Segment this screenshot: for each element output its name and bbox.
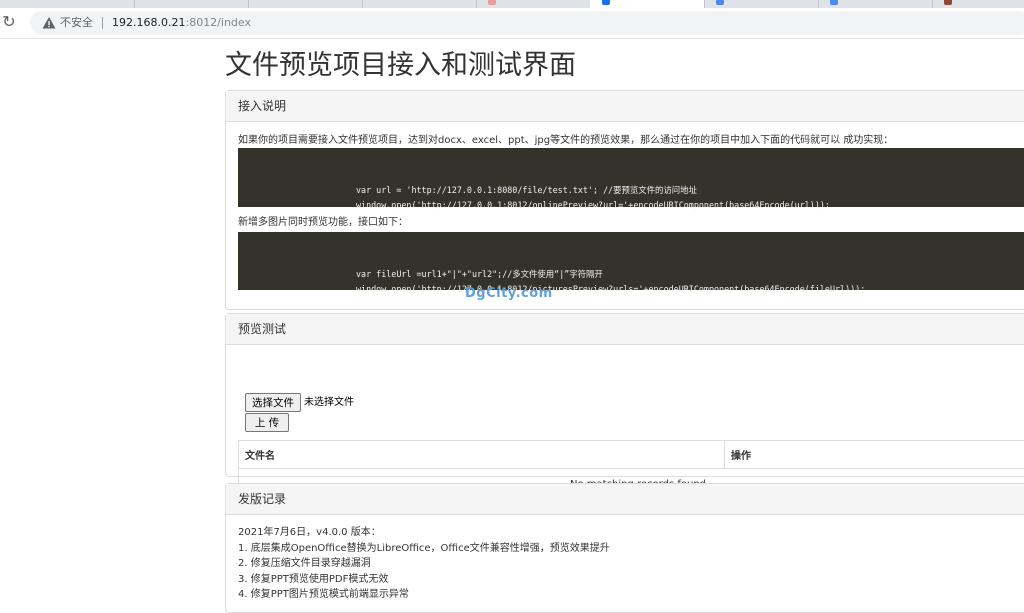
tab-favicon-icon — [716, 0, 724, 5]
code-line: window.open('http://127.0.0.1:8012/onlin… — [356, 198, 1024, 213]
browser-tab[interactable] — [704, 0, 819, 8]
page-title: 文件预览项目接入和测试界面 — [225, 46, 576, 86]
browser-tab[interactable] — [0, 0, 135, 8]
url-text[interactable]: 192.168.0.21:8012/index — [112, 15, 251, 31]
watermark-text: DgCity.com — [465, 286, 553, 301]
address-bar[interactable]: 不安全 192.168.0.21:8012/index — [30, 11, 1024, 35]
url-host: 192.168.0.21 — [112, 16, 185, 29]
tab-favicon-icon — [488, 0, 496, 5]
browser-tab[interactable] — [362, 0, 477, 8]
no-file-chosen-label: 未选择文件 — [304, 395, 354, 411]
integration-intro: 如果你的项目需要接入文件预览项目，达到对docx、excel、ppt、jpg等文… — [238, 134, 893, 148]
code-block-single: var url = 'http://127.0.0.1:8080/file/te… — [238, 148, 1024, 207]
tab-favicon-icon — [602, 0, 610, 5]
code-line: window.open('http://127.0.0.1:8012/pictu… — [356, 282, 1024, 297]
warning-icon[interactable] — [42, 16, 56, 30]
browser-tab[interactable] — [932, 0, 1024, 8]
release-line: 2021年7月6日，v4.0.0 版本： — [238, 525, 381, 541]
release-notes-panel: 发版记录 2021年7月6日，v4.0.0 版本： 1. 底层集成OpenOff… — [225, 483, 1024, 613]
tab-favicon-icon — [830, 0, 838, 5]
browser-tab[interactable] — [248, 0, 363, 8]
browser-toolbar: ↻ 不安全 192.168.0.21:8012/index — [0, 8, 1024, 39]
integration-heading: 接入说明 — [226, 91, 1024, 122]
choose-file-button[interactable]: 选择文件 — [245, 393, 301, 412]
integration-panel: 接入说明 如果你的项目需要接入文件预览项目，达到对docx、excel、ppt、… — [225, 90, 1024, 310]
security-label[interactable]: 不安全 — [60, 15, 93, 31]
code-block-multi: var fileUrl =url1+"|"+"url2";//多文件使用“|”字… — [238, 232, 1024, 290]
reload-icon[interactable]: ↻ — [0, 13, 18, 31]
browser-tab[interactable] — [476, 0, 591, 8]
url-path: :8012/index — [185, 16, 251, 29]
preview-test-panel: 预览测试 选择文件 未选择文件 上 传 文件名 操作 No matching r… — [225, 313, 1024, 477]
code-line: var url = 'http://127.0.0.1:8080/file/te… — [356, 183, 1024, 198]
release-line: 1. 底层集成OpenOffice替换为LibreOffice，Office文件… — [238, 541, 610, 557]
preview-test-heading: 预览测试 — [226, 314, 1024, 345]
browser-tab[interactable] — [818, 0, 933, 8]
release-line: 2. 修复压缩文件目录穿越漏洞 — [238, 556, 371, 572]
upload-button[interactable]: 上 传 — [245, 413, 289, 432]
tab-favicon-icon — [944, 0, 952, 5]
omnibox-divider — [102, 17, 103, 29]
table-header-row: 文件名 操作 — [239, 441, 1024, 469]
release-notes-heading: 发版记录 — [226, 484, 1024, 515]
column-header-filename[interactable]: 文件名 — [239, 441, 725, 469]
column-header-actions[interactable]: 操作 — [725, 441, 1024, 469]
browser-tab[interactable] — [134, 0, 249, 8]
browser-tab-strip — [0, 0, 1024, 8]
browser-tab-active[interactable] — [590, 0, 705, 8]
release-line: 3. 修复PPT预览使用PDF模式无效 — [238, 572, 388, 588]
code-line: var fileUrl =url1+"|"+"url2";//多文件使用“|”字… — [356, 267, 1024, 282]
multi-preview-intro: 新增多图片同时预览功能，接口如下： — [238, 216, 408, 230]
